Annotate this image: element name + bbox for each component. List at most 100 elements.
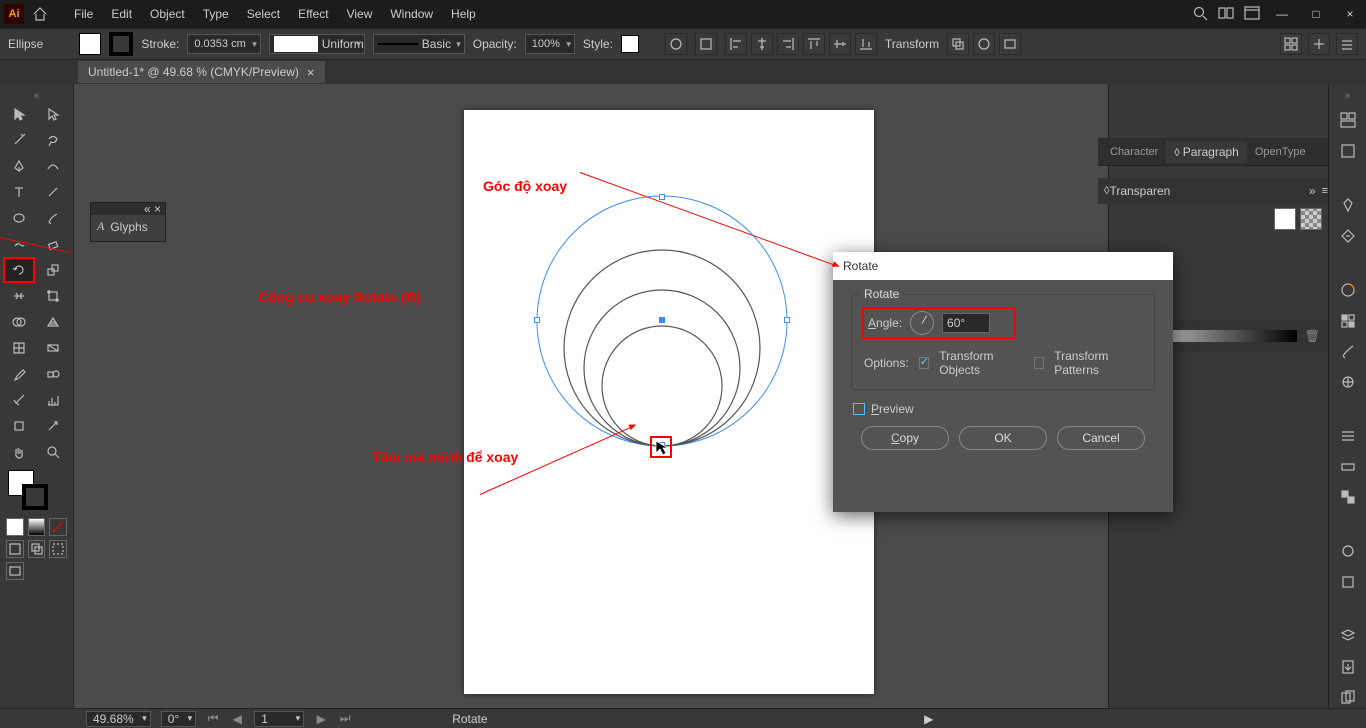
sel-handle-e[interactable]: [784, 317, 790, 323]
ellipse-tool[interactable]: [4, 206, 34, 230]
gradient-mode-icon[interactable]: [28, 518, 46, 536]
trash-icon[interactable]: 🗑: [1305, 329, 1320, 343]
symbol-sprayer-tool[interactable]: [4, 388, 34, 412]
align-right-icon[interactable]: [777, 33, 799, 55]
swatches-panel-icon[interactable]: [1337, 310, 1359, 331]
thumb-2[interactable]: [1300, 208, 1322, 230]
color-mode-icon[interactable]: [6, 518, 24, 536]
screen-mode-icon[interactable]: [6, 562, 24, 580]
preview-checkbox[interactable]: [853, 403, 865, 415]
eyedropper-tool[interactable]: [4, 362, 34, 386]
stroke-profile[interactable]: Uniform: [269, 34, 365, 54]
menu-edit[interactable]: Edit: [103, 3, 140, 25]
gradient-panel-icon[interactable]: [1337, 456, 1359, 477]
eraser-tool[interactable]: [38, 232, 68, 256]
draw-normal-icon[interactable]: [6, 540, 24, 558]
cancel-button[interactable]: Cancel: [1057, 426, 1145, 450]
document-tab[interactable]: Untitled-1* @ 49.68 % (CMYK/Preview) ×: [78, 61, 325, 83]
snap-icon[interactable]: [1308, 33, 1330, 55]
brush-definition[interactable]: Basic: [373, 34, 465, 54]
artboard-number[interactable]: 1: [254, 711, 304, 727]
free-transform-tool[interactable]: [38, 284, 68, 308]
draw-inside-icon[interactable]: [49, 540, 67, 558]
brushes-panel-icon[interactable]: [1337, 341, 1359, 362]
grid-pixel-icon[interactable]: [1280, 33, 1302, 55]
maximize-button[interactable]: □: [1304, 5, 1328, 23]
isolate-icon[interactable]: [999, 33, 1021, 55]
line-tool[interactable]: [38, 180, 68, 204]
menu-type[interactable]: Type: [195, 3, 237, 25]
layers-panel-icon[interactable]: [1337, 626, 1359, 647]
graphic-styles-panel-icon[interactable]: [1337, 572, 1359, 593]
type-tool[interactable]: [4, 180, 34, 204]
appearance-panel-icon[interactable]: [1337, 541, 1359, 562]
transparency-panel-icon[interactable]: [1337, 487, 1359, 508]
close-tab-icon[interactable]: ×: [307, 65, 315, 80]
prefs-icon[interactable]: [1336, 33, 1358, 55]
status-scroll-arrow[interactable]: ▶: [924, 712, 933, 726]
asset-export-panel-icon[interactable]: [1337, 657, 1359, 678]
libraries-panel-icon[interactable]: [1337, 141, 1359, 162]
slice-tool[interactable]: [38, 414, 68, 438]
menu-file[interactable]: File: [66, 3, 101, 25]
align-bottom-icon[interactable]: [855, 33, 877, 55]
close-button[interactable]: ×: [1338, 5, 1362, 23]
opacity-value[interactable]: 100%: [525, 34, 575, 54]
mesh-tool[interactable]: [4, 336, 34, 360]
align-top-icon[interactable]: [803, 33, 825, 55]
panel-icon-1[interactable]: [1337, 195, 1359, 216]
menu-select[interactable]: Select: [239, 3, 288, 25]
next-artboard-icon[interactable]: ▶: [314, 712, 328, 726]
blend-tool[interactable]: [38, 362, 68, 386]
selection-tool[interactable]: [4, 102, 34, 126]
align-left-icon[interactable]: [725, 33, 747, 55]
home-icon[interactable]: [30, 4, 50, 24]
graph-tool[interactable]: [38, 388, 68, 412]
direct-selection-tool[interactable]: [38, 102, 68, 126]
shape-mode-icon-2[interactable]: [973, 33, 995, 55]
magic-wand-tool[interactable]: [4, 128, 34, 152]
symbols-panel-icon[interactable]: [1337, 372, 1359, 393]
menu-effect[interactable]: Effect: [290, 3, 336, 25]
zoom-tool[interactable]: [38, 440, 68, 464]
shape-mode-icon-1[interactable]: [947, 33, 969, 55]
transform-label[interactable]: Transform: [885, 37, 939, 51]
ok-button[interactable]: OK: [959, 426, 1047, 450]
none-mode-icon[interactable]: [49, 518, 67, 536]
sel-handle-n[interactable]: [659, 194, 665, 200]
align-to-icon[interactable]: [695, 33, 717, 55]
properties-panel-icon[interactable]: [1337, 110, 1359, 131]
search-icon[interactable]: [1192, 5, 1208, 24]
draw-behind-icon[interactable]: [28, 540, 46, 558]
menu-view[interactable]: View: [339, 3, 381, 25]
menu-help[interactable]: Help: [443, 3, 484, 25]
align-hcenter-icon[interactable]: [751, 33, 773, 55]
copy-button[interactable]: Copy: [861, 426, 949, 450]
perspective-tool[interactable]: [38, 310, 68, 334]
first-artboard-icon[interactable]: ⏮: [206, 712, 220, 726]
rotate-view[interactable]: 0°: [161, 711, 196, 727]
artboard-tool[interactable]: [4, 414, 34, 438]
prev-artboard-icon[interactable]: ◀: [230, 712, 244, 726]
angle-input[interactable]: 60°: [942, 313, 990, 333]
panel-icon-2[interactable]: [1337, 225, 1359, 246]
fill-stroke-control[interactable]: [0, 466, 73, 516]
pen-tool[interactable]: [4, 154, 34, 178]
stroke-panel-icon[interactable]: [1337, 426, 1359, 447]
recolor-icon[interactable]: [665, 33, 687, 55]
sel-handle-c[interactable]: [659, 317, 665, 323]
stroke-weight[interactable]: 0.0353 cm: [187, 34, 260, 54]
align-vcenter-icon[interactable]: [829, 33, 851, 55]
width-tool[interactable]: [4, 284, 34, 308]
lasso-tool[interactable]: [38, 128, 68, 152]
curvature-tool[interactable]: [38, 154, 68, 178]
workspace-icon[interactable]: [1244, 6, 1260, 23]
stroke-swatch[interactable]: [109, 32, 133, 56]
style-swatch[interactable]: [621, 35, 639, 53]
menu-object[interactable]: Object: [142, 3, 193, 25]
scale-tool[interactable]: [38, 258, 68, 282]
hand-tool[interactable]: [4, 440, 34, 464]
brush-tool[interactable]: [38, 206, 68, 230]
rotate-tool[interactable]: [4, 258, 34, 282]
angle-dial[interactable]: [910, 311, 934, 335]
